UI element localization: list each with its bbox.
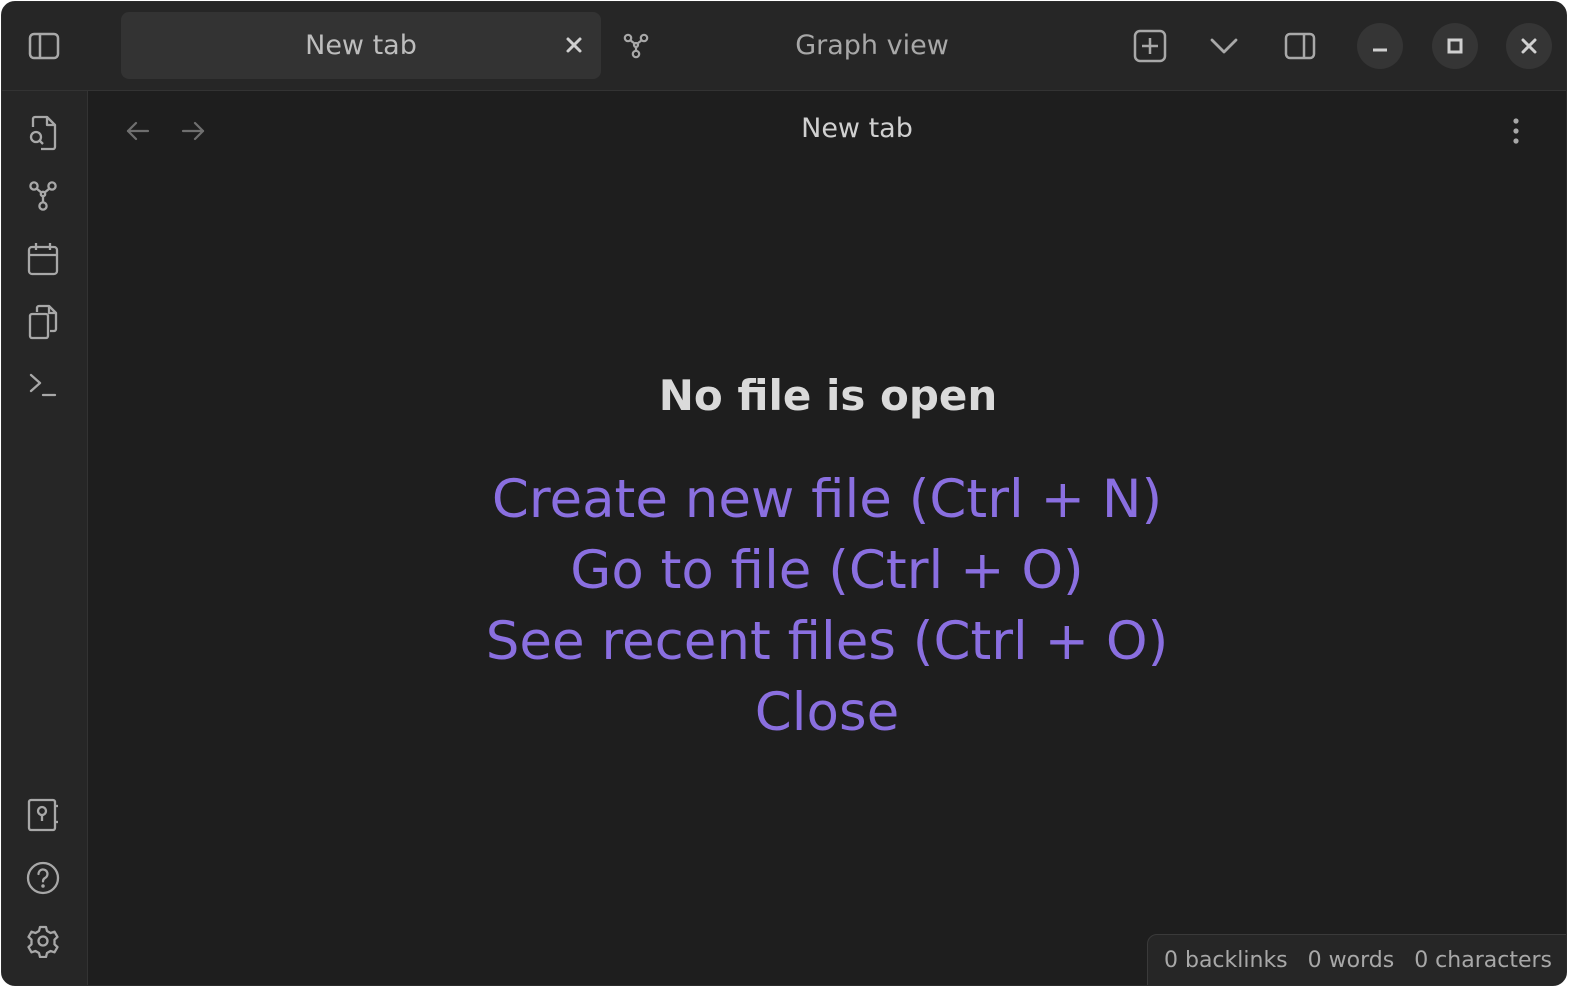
graph-icon[interactable] <box>22 175 64 217</box>
close-tab-icon[interactable] <box>561 32 587 58</box>
chevron-down-icon[interactable] <box>1206 28 1242 64</box>
tab-graph-view[interactable]: Graph view <box>612 12 1112 79</box>
more-options-icon[interactable] <box>1500 115 1532 147</box>
app-window: New tab Graph view New tab No file is op… <box>1 1 1567 986</box>
character-count: 0 characters <box>1414 947 1552 973</box>
settings-icon[interactable] <box>22 920 64 962</box>
view-header-title: New tab <box>801 113 913 144</box>
toggle-right-sidebar-icon[interactable] <box>1282 28 1318 64</box>
minimize-button[interactable] <box>1357 23 1403 69</box>
title-bar: New tab Graph view <box>2 2 1566 91</box>
copy-files-icon[interactable] <box>22 301 64 343</box>
maximize-button[interactable] <box>1432 23 1478 69</box>
calendar-icon[interactable] <box>22 238 64 280</box>
left-ribbon <box>2 91 88 985</box>
backlinks-count[interactable]: 0 backlinks <box>1164 948 1288 973</box>
go-to-file-link[interactable]: Go to file (Ctrl + O) <box>88 535 1566 606</box>
close-window-button[interactable] <box>1506 23 1552 69</box>
terminal-icon[interactable] <box>22 364 64 406</box>
empty-state-title: No file is open <box>658 371 998 420</box>
tab-new-tab[interactable]: New tab <box>121 12 601 79</box>
close-link[interactable]: Close <box>88 677 1566 748</box>
vault-icon[interactable] <box>22 794 64 836</box>
status-bar: 0 backlinks 0 words 0 characters <box>1147 934 1566 985</box>
word-count: 0 words <box>1307 947 1395 973</box>
file-search-icon[interactable] <box>22 112 64 154</box>
see-recent-files-link[interactable]: See recent files (Ctrl + O) <box>88 606 1566 677</box>
help-icon[interactable] <box>22 857 64 899</box>
tab-label: New tab <box>305 30 417 61</box>
main-view: New tab No file is open Create new file … <box>88 91 1566 985</box>
toggle-left-sidebar-icon[interactable] <box>26 28 62 64</box>
tab-label: Graph view <box>795 30 949 61</box>
new-tab-icon[interactable] <box>1132 28 1168 64</box>
create-new-file-link[interactable]: Create new file (Ctrl + N) <box>88 464 1566 535</box>
empty-state: No file is open Create new file (Ctrl + … <box>88 371 1566 748</box>
